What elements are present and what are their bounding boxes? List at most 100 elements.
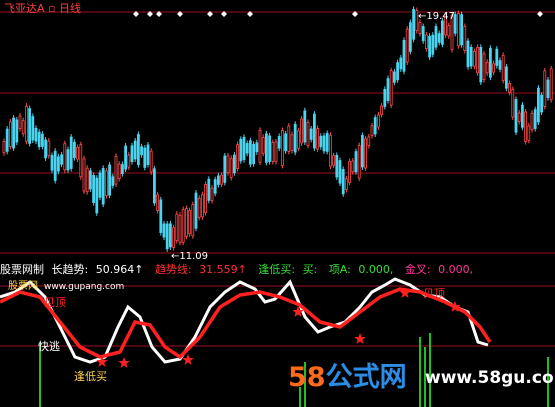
candle-body (428, 35, 432, 58)
indicator-item-buy: 逢低买: 买: (258, 263, 318, 276)
candle-body (303, 110, 307, 143)
candle-body (156, 194, 160, 211)
candle-body (34, 127, 38, 142)
candle-body (511, 89, 515, 118)
candle-body (521, 104, 524, 128)
candle-body (549, 68, 553, 101)
candle-body (184, 208, 188, 237)
candle-body (306, 122, 310, 146)
period-label: 日线 (58, 2, 81, 15)
candle-body (66, 149, 70, 171)
candle-body (482, 53, 486, 81)
candle-body (162, 223, 166, 238)
indicator-header: 股票网制 长趋势: 50.964↑ 趋势线: 31.559↑ 逢低买: 买: 项… (0, 263, 481, 276)
candle-body (149, 150, 153, 173)
candle-body (168, 223, 172, 248)
candle-body (364, 138, 368, 169)
candle-body (210, 187, 214, 201)
candle-body (18, 115, 22, 129)
candle-body (332, 155, 336, 166)
signal-buy-low: 逢低买 (74, 370, 107, 383)
candle-body (274, 141, 278, 162)
candle-body (92, 174, 95, 204)
candle-body (380, 105, 384, 115)
indicator-name: 股票网制 (0, 263, 44, 276)
candle-body (101, 167, 105, 205)
candle-body (524, 111, 527, 142)
candle-body (53, 150, 57, 181)
candle-body (178, 214, 182, 243)
candle-body (370, 125, 374, 136)
candle-body (437, 33, 441, 43)
candle-body (44, 139, 47, 159)
candle-body (31, 116, 35, 141)
candle-body (133, 140, 137, 160)
candle-body (188, 210, 192, 235)
candle-body (338, 160, 342, 184)
candle-body (268, 135, 272, 162)
candle-body (95, 177, 99, 214)
candle-body (79, 144, 83, 178)
watermark-logo: 58公式网 (288, 362, 407, 393)
candle-body (527, 125, 531, 141)
candle-body (344, 178, 348, 190)
candle-body (348, 161, 352, 183)
candle-body (172, 227, 176, 248)
candle-body (412, 8, 416, 40)
candle-body (232, 154, 236, 174)
candle-body (24, 105, 28, 142)
candle-body (15, 119, 19, 143)
candle-body (280, 129, 284, 166)
candle-body (508, 83, 512, 93)
candle-body (376, 114, 380, 128)
candle-body (485, 61, 489, 74)
candle-body (121, 164, 124, 174)
indicator-item-trend-line: 趋势线: 31.559↑ (154, 263, 247, 276)
candle-body (316, 128, 320, 150)
candle-body (421, 26, 425, 42)
candle-body (492, 63, 496, 73)
candle-body (447, 25, 451, 37)
candle-body (2, 141, 6, 154)
candle-body (402, 39, 406, 72)
candle-body (98, 172, 102, 198)
candle-body (258, 129, 262, 163)
candle-body (514, 99, 518, 133)
candle-body (47, 140, 51, 157)
trend-line (0, 287, 492, 360)
candle-body (252, 143, 256, 165)
candle-body (386, 78, 390, 101)
small-watermark-site: 股票网 (8, 281, 38, 292)
candle-body (248, 140, 252, 165)
candle-body (8, 121, 12, 147)
candle-body (284, 133, 288, 152)
candle-body (165, 223, 169, 250)
candle-body (456, 13, 460, 47)
candle-body (5, 128, 9, 152)
candle-body (108, 164, 111, 196)
candle-body (396, 62, 400, 81)
candle-body (229, 157, 233, 178)
candle-body (434, 26, 438, 48)
candle-body (498, 60, 502, 70)
candle-body (105, 170, 108, 196)
candle-body (517, 112, 521, 122)
candle-body (431, 34, 435, 55)
candle-body (312, 113, 316, 149)
stock-name: 飞亚达A (4, 2, 45, 15)
candle-body (204, 184, 208, 214)
candle-body (194, 192, 198, 229)
candle-body (28, 108, 32, 144)
candle-body (245, 143, 249, 154)
candle-body (60, 154, 63, 165)
candle-body (360, 135, 364, 168)
candle-body (383, 88, 387, 107)
candle-body (191, 204, 195, 237)
candle-body (57, 156, 60, 172)
candle-body (200, 194, 204, 218)
candle-body (354, 151, 358, 173)
candle-body (89, 170, 92, 190)
candle-body (296, 130, 300, 149)
candle-body (466, 40, 470, 68)
candle-body (69, 136, 73, 169)
